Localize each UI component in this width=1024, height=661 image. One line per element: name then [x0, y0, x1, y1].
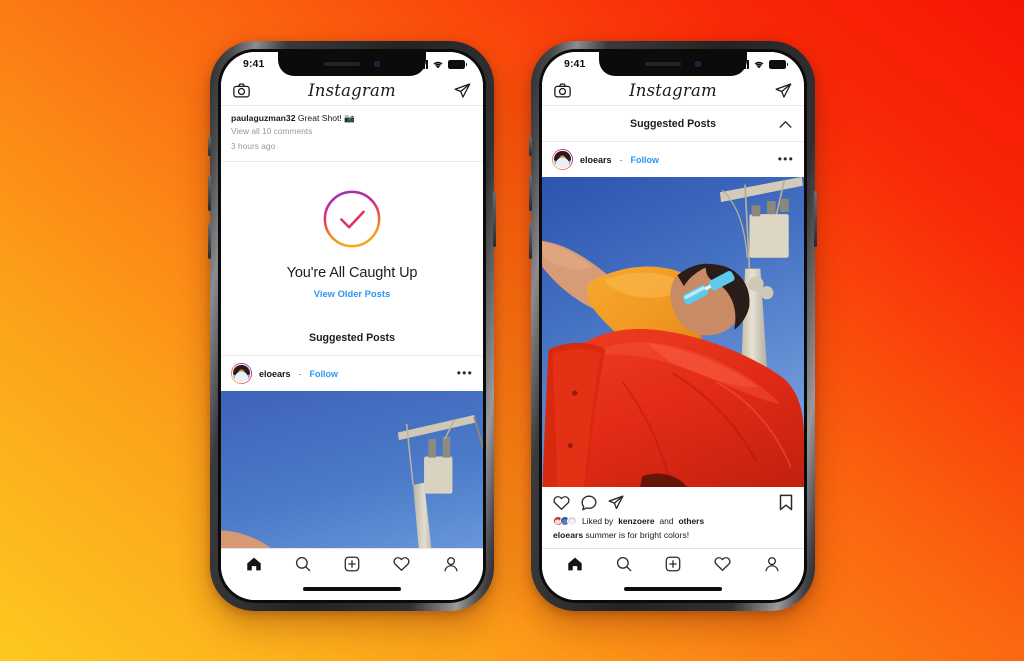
status-time: 9:41	[243, 58, 265, 70]
likes-and: and	[659, 516, 674, 526]
post-actions	[542, 487, 804, 515]
search-icon[interactable]	[616, 556, 632, 572]
phone-left: 9:41 Instagram paulaguzman32 Great Shot!…	[208, 41, 496, 611]
notch	[599, 52, 747, 76]
liker-username[interactable]: kenzoere	[618, 516, 654, 526]
avatar[interactable]	[231, 363, 252, 385]
earpiece-speaker	[645, 62, 681, 66]
phone-right: 9:41 Instagram Suggested Posts eloears ·…	[529, 41, 817, 611]
search-icon[interactable]	[295, 556, 311, 572]
add-post-icon[interactable]	[344, 556, 360, 572]
silent-switch[interactable]	[529, 137, 532, 156]
screenshot-stage: 9:41 Instagram paulaguzman32 Great Shot!…	[0, 0, 1024, 661]
home-indicator-area	[221, 578, 483, 600]
heart-icon[interactable]	[553, 495, 570, 511]
post-photo-right[interactable]	[542, 177, 804, 487]
front-camera	[374, 61, 380, 67]
phone-screen-right: 9:41 Instagram Suggested Posts eloears ·…	[542, 52, 804, 600]
separator: ·	[619, 154, 623, 165]
profile-icon[interactable]	[764, 556, 780, 572]
avatar[interactable]	[552, 149, 573, 170]
phone-bezel: 9:41	[218, 49, 486, 603]
profile-icon[interactable]	[443, 556, 459, 572]
wifi-icon	[754, 61, 764, 68]
comment-text: Great Shot! 📷	[297, 113, 355, 123]
post-header-left: eloears · Follow •••	[221, 356, 483, 392]
silent-switch[interactable]	[208, 137, 211, 156]
home-indicator-area	[542, 578, 804, 600]
post-username[interactable]: eloears	[259, 369, 291, 379]
wifi-icon	[433, 61, 443, 68]
caught-up-title: You're All Caught Up	[286, 265, 418, 282]
view-older-posts-link[interactable]: View Older Posts	[314, 288, 390, 299]
volume-down-button[interactable]	[208, 223, 211, 259]
heart-icon[interactable]	[713, 556, 731, 572]
post-timestamp: 3 hours ago	[231, 140, 276, 151]
battery-icon	[769, 60, 789, 69]
more-options-icon[interactable]: •••	[778, 153, 794, 165]
likes-others[interactable]: others	[679, 516, 705, 526]
post-header-right: eloears · Follow •••	[542, 142, 804, 177]
app-header-left: Instagram	[221, 76, 483, 106]
tab-bar-left	[221, 548, 483, 578]
paper-plane-icon[interactable]	[775, 82, 792, 99]
phone-screen-left: 9:41 Instagram paulaguzman32 Great Shot!…	[221, 52, 483, 600]
post-caption: eloears summer is for bright colors!	[542, 526, 804, 548]
notch	[278, 52, 426, 76]
heart-icon[interactable]	[392, 556, 410, 572]
paper-plane-icon[interactable]	[608, 495, 624, 511]
previous-post-comments: paulaguzman32 Great Shot! 📷 View all 10 …	[221, 106, 483, 163]
comment-row: paulaguzman32 Great Shot! 📷	[231, 112, 473, 124]
volume-up-button[interactable]	[208, 175, 211, 211]
battery-icon	[448, 60, 468, 69]
camera-icon[interactable]	[554, 83, 571, 98]
camera-icon[interactable]	[233, 83, 250, 98]
instagram-logo: Instagram	[308, 81, 396, 100]
check-circle-gradient-icon	[323, 190, 381, 248]
home-indicator[interactable]	[624, 587, 722, 591]
more-options-icon[interactable]: •••	[457, 367, 473, 379]
post-photo-left[interactable]	[221, 391, 483, 548]
home-icon[interactable]	[246, 556, 262, 572]
app-header-right: Instagram	[542, 76, 804, 106]
bookmark-icon[interactable]	[779, 494, 793, 511]
paper-plane-icon[interactable]	[454, 82, 471, 99]
comment-bubble-icon[interactable]	[581, 495, 597, 511]
home-icon[interactable]	[567, 556, 583, 572]
instagram-logo: Instagram	[629, 81, 717, 100]
power-button[interactable]	[493, 191, 496, 247]
front-camera	[695, 61, 701, 67]
likes-row: Liked by kenzoere and others	[542, 515, 804, 526]
earpiece-speaker	[324, 62, 360, 66]
liker-avatars	[553, 516, 577, 526]
chevron-up-icon[interactable]	[779, 120, 792, 128]
volume-down-button[interactable]	[529, 223, 532, 259]
all-caught-up-block: You're All Caught Up View Older Posts	[221, 162, 483, 320]
volume-up-button[interactable]	[529, 175, 532, 211]
likes-prefix: Liked by	[582, 516, 614, 526]
phone-bezel: 9:41	[539, 49, 807, 603]
view-all-comments-link[interactable]: View all 10 comments	[231, 124, 473, 138]
caption-text: summer is for bright colors!	[585, 530, 690, 540]
add-post-icon[interactable]	[665, 556, 681, 572]
separator: ·	[298, 368, 302, 379]
comment-username[interactable]: paulaguzman32	[231, 113, 295, 123]
follow-button[interactable]: Follow	[631, 155, 660, 165]
suggested-posts-header-left: Suggested Posts	[221, 319, 483, 357]
suggested-posts-label: Suggested Posts	[630, 118, 716, 130]
suggested-posts-header-right: Suggested Posts	[542, 106, 804, 142]
post-username[interactable]: eloears	[580, 155, 612, 165]
power-button[interactable]	[814, 191, 817, 247]
caption-username[interactable]: eloears	[553, 530, 583, 540]
tab-bar-right	[542, 548, 804, 578]
home-indicator[interactable]	[303, 587, 401, 591]
status-time: 9:41	[564, 58, 586, 70]
follow-button[interactable]: Follow	[310, 369, 339, 379]
